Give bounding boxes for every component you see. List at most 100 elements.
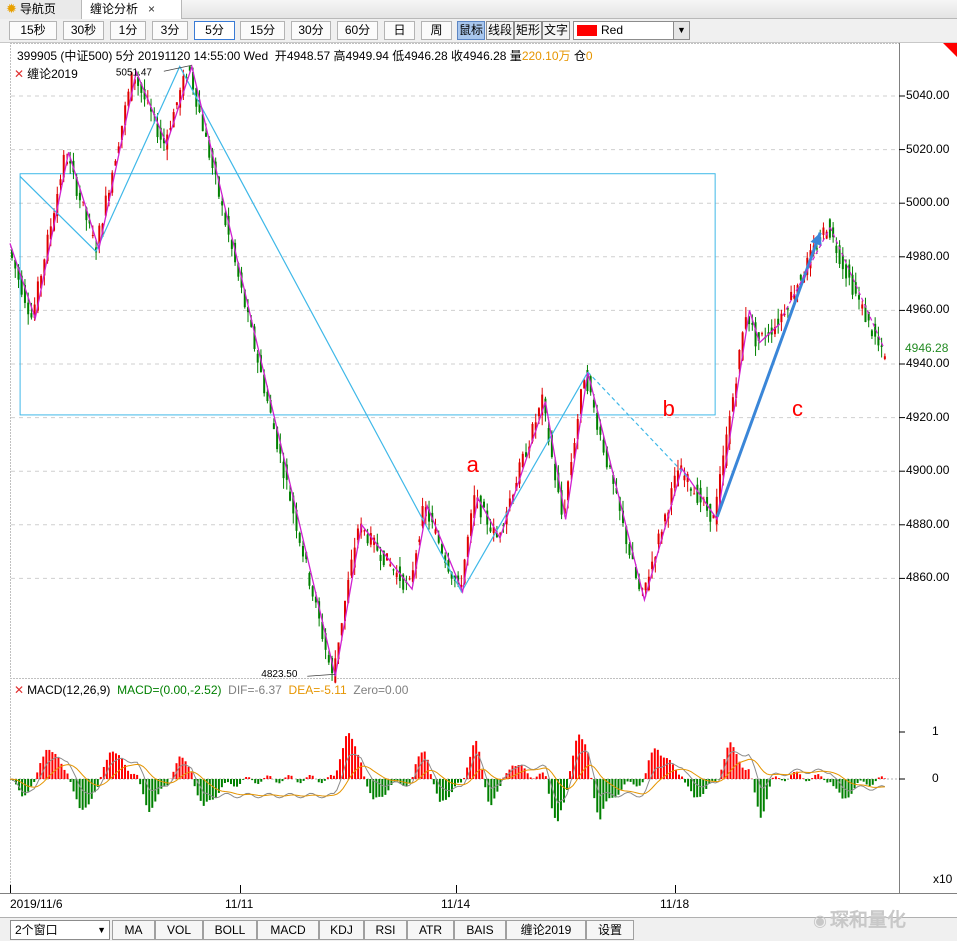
period-button-7[interactable]: 60分 [337,21,378,40]
pivot-box [19,173,716,416]
candle-body-131 [434,529,437,534]
candle-body-260 [851,274,854,295]
chart-canvas[interactable]: 5051.47 4823.50 [0,43,957,917]
dif-line [9,750,886,804]
y-tick-label-2: 5000.00 [906,195,950,210]
macd-tick-label-0: 1 [932,724,939,738]
candle-body-105 [350,559,353,576]
bar-datetime: 20191120 14:55:00 Wed [137,49,269,63]
candle-body-205 [673,475,676,488]
period-button-8[interactable]: 日 [384,21,415,40]
candle-body-238 [780,313,783,323]
candle-body-145 [479,495,482,518]
indicator-button-9[interactable]: 设置 [586,920,634,940]
tool-button-0[interactable]: 鼠标 [457,21,485,40]
quote-info-line: 399905 (中证500) 5分 20191120 14:55:00 Wed … [17,47,593,64]
candle-body-196 [644,582,647,591]
period-button-5[interactable]: 15分 [240,21,285,40]
chevron-down-icon[interactable]: ▼ [97,921,106,939]
low-value: 4946.28 [404,49,448,63]
drawn-line-3 [829,227,885,349]
remove-macd-icon[interactable]: ✕ [14,683,24,697]
candle-body-168 [554,463,557,481]
indicator-button-5[interactable]: RSI [364,920,407,940]
high-annotation-label: 5051.47 [116,67,153,78]
volume-label: 量 [509,49,522,63]
candle-body-251 [822,227,825,235]
macd-tick-label-1: 0 [932,771,939,785]
chan-analysis-window: ✹ 导航页 缠论分析 × 15秒 30秒 1分 3分 5分 15分 30分 60分日周 鼠标 线段矩… [0,0,957,941]
macd-info-line: ✕ MACD(12,26,9) MACD=(0.00,-2.52) DIF=-6.… [14,683,408,697]
symbol-code: 399905 [17,49,58,63]
watermark: ◉ 琛和量化 [813,905,906,932]
period-button-3[interactable]: 3分 [152,21,188,40]
y-tick-label-5: 4940.00 [906,356,950,370]
volume-value: 220.10万 [521,49,571,63]
tool-button-2[interactable]: 矩形 [514,21,542,40]
indicator-button-7[interactable]: BAIS [454,920,506,940]
indicator-button-1[interactable]: VOL [155,920,203,940]
bi-line [9,64,781,677]
period-button-1[interactable]: 30秒 [63,21,104,40]
y-tick-label-9: 4860.00 [906,570,950,585]
candle-body-200 [657,533,660,545]
period-button-2[interactable]: 1分 [110,21,146,40]
candle-body-225 [738,349,741,370]
candle-body-263 [861,304,864,309]
corner-flag-icon [943,43,957,57]
candle-body-5 [27,302,30,315]
indicator-button-2[interactable]: BOLL [203,920,257,940]
indicator-button-3[interactable]: MACD [257,920,319,940]
y-tick-label-6: 4920.00 [906,409,950,424]
candle-body-261 [854,282,857,294]
period-button-6[interactable]: 30分 [291,21,331,40]
candle-body-241 [790,291,793,301]
candle-body-98 [327,655,330,663]
candle-body-133 [440,544,443,554]
y-tick-label-7: 4900.00 [906,463,950,478]
period-button-4[interactable]: 5分 [194,21,235,40]
line-color-select[interactable]: Red ▼ [573,21,690,40]
candle-body-109 [363,530,366,532]
indicator-button-6[interactable]: ATR [407,920,454,940]
candle-body-183 [602,439,605,453]
high-value: 4949.94 [345,49,389,63]
wave-label-c: c [791,395,803,421]
segment-line [19,65,589,594]
tab-home[interactable]: ✹ 导航页 [0,0,82,19]
candle-body-249 [815,248,818,250]
x-tick-label-3: 11/18 [660,897,690,911]
tool-button-3[interactable]: 文字 [542,21,570,40]
indicator-button-0[interactable]: MA [112,920,155,940]
close-tab-icon[interactable]: × [148,2,155,16]
candle-body-270 [883,356,886,359]
x-tick-label-2: 11/14 [441,897,471,911]
tool-button-1[interactable]: 线段 [486,21,514,40]
candle-body-181 [596,413,599,430]
remove-indicator-icon[interactable]: ✕ [14,67,24,81]
macd-title: MACD(12,26,9) [27,683,111,697]
close-label: 收 [451,49,464,63]
color-name: Red [601,23,624,37]
candle-body-259 [848,264,851,278]
candle-body-163 [537,408,540,417]
chevron-down-icon[interactable]: ▼ [673,22,689,39]
chan-indicator-label[interactable]: ✕ 缠论2019 [14,65,78,82]
period-button-0[interactable]: 15秒 [9,21,57,40]
candle-body-216 [709,503,712,522]
candle-body-81 [272,423,275,430]
candle-body-262 [857,295,860,300]
y-tick-label-0: 5040.00 [906,88,950,102]
candle-body-119 [395,572,398,578]
indicator-button-4[interactable]: KDJ [319,920,364,940]
candle-body-60 [204,132,207,137]
candle-body-117 [389,564,392,566]
drawn-line-0 [587,371,688,477]
period-button-9[interactable]: 周 [421,21,452,40]
window-count-select[interactable]: 2个窗口 ▼ [10,920,110,940]
tab-chan-analysis[interactable]: 缠论分析 × [82,0,182,20]
wave-label-b: b [662,395,675,421]
indicator-button-8[interactable]: 缠论2019 [506,920,586,940]
tab-home-label: 导航页 [19,2,56,16]
candle-body-89 [298,532,301,543]
